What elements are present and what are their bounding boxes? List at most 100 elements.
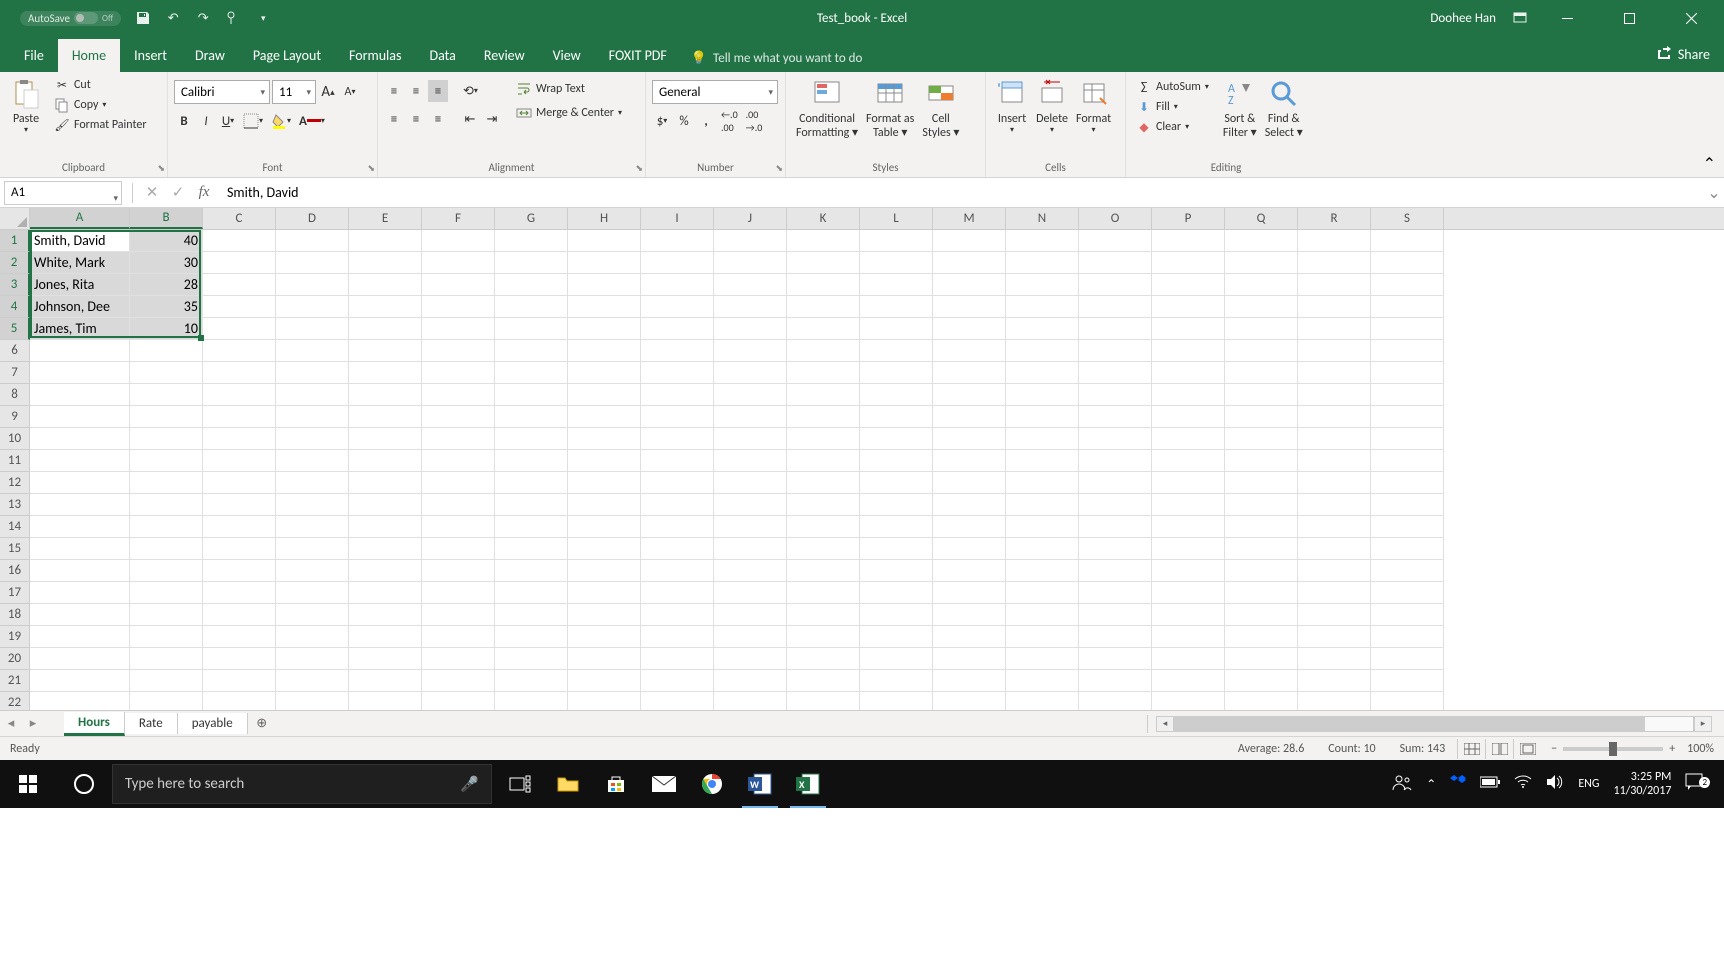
- cell[interactable]: 28: [130, 274, 203, 296]
- cell[interactable]: [641, 670, 714, 692]
- cell[interactable]: [1298, 406, 1371, 428]
- cell[interactable]: [495, 340, 568, 362]
- cell[interactable]: [787, 450, 860, 472]
- cell[interactable]: [495, 296, 568, 318]
- cell[interactable]: [787, 648, 860, 670]
- cell[interactable]: [349, 362, 422, 384]
- align-bottom-icon[interactable]: ≡: [428, 80, 448, 102]
- name-box[interactable]: A1: [4, 181, 122, 205]
- cell[interactable]: [349, 384, 422, 406]
- cell[interactable]: [276, 626, 349, 648]
- row-header[interactable]: 5: [0, 318, 30, 340]
- cell[interactable]: [1298, 560, 1371, 582]
- tab-home[interactable]: Home: [58, 39, 120, 72]
- cell[interactable]: [1371, 582, 1444, 604]
- cell[interactable]: [641, 274, 714, 296]
- row-header[interactable]: 4: [0, 296, 30, 318]
- cell[interactable]: [1371, 428, 1444, 450]
- cell[interactable]: [1298, 230, 1371, 252]
- cell[interactable]: [30, 648, 130, 670]
- bold-button[interactable]: B: [174, 110, 194, 132]
- cell[interactable]: [349, 560, 422, 582]
- cell[interactable]: [860, 626, 933, 648]
- qat-customize-icon[interactable]: ▾: [255, 10, 271, 26]
- cell[interactable]: [1298, 648, 1371, 670]
- cell[interactable]: [203, 626, 276, 648]
- cell[interactable]: [30, 670, 130, 692]
- cell[interactable]: [860, 472, 933, 494]
- cell[interactable]: [422, 362, 495, 384]
- cell[interactable]: [1152, 626, 1225, 648]
- cell[interactable]: [568, 406, 641, 428]
- cell[interactable]: [495, 230, 568, 252]
- cell[interactable]: [203, 692, 276, 710]
- cell[interactable]: [349, 450, 422, 472]
- cell[interactable]: [130, 538, 203, 560]
- cell[interactable]: [1006, 384, 1079, 406]
- cell[interactable]: [1371, 472, 1444, 494]
- chrome-icon[interactable]: [688, 760, 736, 808]
- cell[interactable]: [1079, 670, 1152, 692]
- cell[interactable]: [495, 406, 568, 428]
- cell[interactable]: [568, 626, 641, 648]
- cell[interactable]: [1298, 252, 1371, 274]
- cell[interactable]: [1298, 274, 1371, 296]
- cell[interactable]: [1371, 560, 1444, 582]
- cell[interactable]: [1152, 362, 1225, 384]
- cell[interactable]: [422, 560, 495, 582]
- insert-function-icon[interactable]: fx: [191, 181, 217, 205]
- cell[interactable]: [422, 428, 495, 450]
- decrease-indent-icon[interactable]: ⇤: [460, 108, 480, 130]
- cell[interactable]: [1079, 428, 1152, 450]
- cell[interactable]: [1225, 494, 1298, 516]
- cell[interactable]: [1371, 274, 1444, 296]
- cell[interactable]: [933, 626, 1006, 648]
- sort-filter-button[interactable]: AZSort &Filter ▾: [1219, 76, 1261, 143]
- cell[interactable]: [276, 428, 349, 450]
- cell[interactable]: [714, 516, 787, 538]
- row-header[interactable]: 21: [0, 670, 30, 692]
- sheet-tab-rate[interactable]: Rate: [125, 713, 178, 734]
- cell[interactable]: [30, 582, 130, 604]
- cell[interactable]: [1006, 230, 1079, 252]
- cell[interactable]: [1298, 670, 1371, 692]
- cell[interactable]: [787, 230, 860, 252]
- dropbox-tray-icon[interactable]: [1450, 775, 1466, 793]
- cell[interactable]: [860, 582, 933, 604]
- cell[interactable]: [1225, 384, 1298, 406]
- cell[interactable]: [422, 604, 495, 626]
- cell[interactable]: [1079, 626, 1152, 648]
- cell[interactable]: [714, 296, 787, 318]
- volume-tray-icon[interactable]: [1546, 774, 1564, 794]
- cell[interactable]: [1225, 340, 1298, 362]
- cell[interactable]: [30, 362, 130, 384]
- cell[interactable]: [1079, 362, 1152, 384]
- cell[interactable]: [1225, 604, 1298, 626]
- maximize-button[interactable]: [1606, 0, 1652, 36]
- cell[interactable]: [1225, 626, 1298, 648]
- sheet-nav-prev-icon[interactable]: ◂: [0, 716, 22, 731]
- cell[interactable]: [568, 318, 641, 340]
- cell[interactable]: [130, 450, 203, 472]
- cell[interactable]: [30, 604, 130, 626]
- cell[interactable]: [1006, 274, 1079, 296]
- column-header[interactable]: L: [860, 208, 933, 229]
- align-left-icon[interactable]: ≡: [384, 108, 404, 130]
- format-as-table-button[interactable]: Format asTable ▾: [862, 76, 918, 143]
- cell[interactable]: [1079, 230, 1152, 252]
- cell[interactable]: [787, 582, 860, 604]
- cell[interactable]: 10: [130, 318, 203, 340]
- cell[interactable]: [1298, 296, 1371, 318]
- cell[interactable]: [568, 516, 641, 538]
- cell[interactable]: [1225, 692, 1298, 710]
- cell[interactable]: [568, 340, 641, 362]
- cell[interactable]: [1298, 362, 1371, 384]
- language-indicator[interactable]: ENG: [1578, 777, 1599, 791]
- cell[interactable]: [1225, 670, 1298, 692]
- row-header[interactable]: 17: [0, 582, 30, 604]
- cell[interactable]: [276, 406, 349, 428]
- cell[interactable]: [349, 604, 422, 626]
- cell[interactable]: [714, 648, 787, 670]
- cell[interactable]: [1152, 274, 1225, 296]
- cell[interactable]: [1079, 538, 1152, 560]
